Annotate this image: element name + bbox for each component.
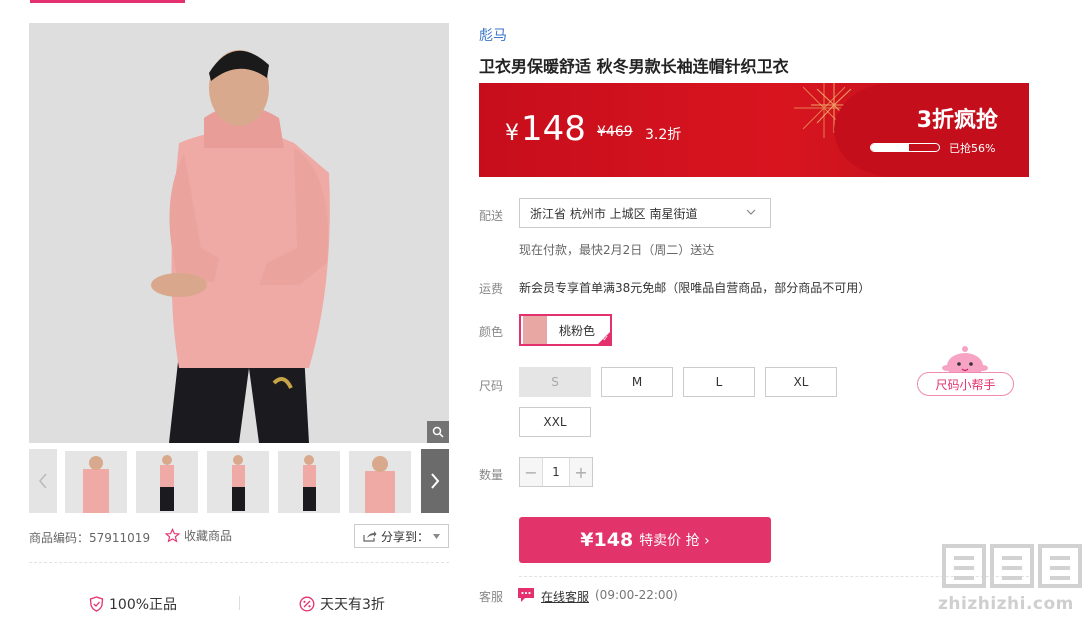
size-option-xl[interactable]: XL <box>765 367 837 397</box>
delivery-label: 配送 <box>479 209 504 223</box>
share-dropdown[interactable]: 分享到： <box>354 524 449 548</box>
service-label: 客服 <box>479 590 504 604</box>
size-option-xxl[interactable]: XXL <box>519 407 591 437</box>
product-meta-row: 商品编码：57911019 收藏商品 分享到： <box>29 524 449 550</box>
sold-progress-fill <box>871 144 910 151</box>
chevron-right-icon <box>431 473 440 489</box>
size-option-l[interactable]: L <box>683 367 755 397</box>
caret-down-icon <box>433 533 440 539</box>
size-helper-label: 尺码小帮手 <box>917 372 1014 396</box>
discount-badge-icon <box>299 596 315 612</box>
promo-title: 3折疯抢 <box>916 108 998 133</box>
online-service-link[interactable]: 在线客服 <box>541 588 589 605</box>
guarantee-authentic: 100%正品 <box>89 594 177 614</box>
color-option-label: 桃粉色 <box>559 323 596 338</box>
sale-price: ¥ 148 <box>505 109 586 149</box>
main-product-image[interactable] <box>29 23 449 443</box>
discount-rate: 3.2折 <box>645 127 682 143</box>
thumbnail-4[interactable] <box>278 451 340 513</box>
size-option-s[interactable]: S <box>519 367 591 397</box>
thumbnail-strip <box>29 449 449 513</box>
shipping-info: 新会员专享首单满38元免邮（限唯品自营商品，部分商品不可用） <box>519 281 871 295</box>
delivery-estimate: 现在付款，最快2月2日（周二）送达 <box>519 243 715 257</box>
currency-symbol: ¥ <box>505 121 519 146</box>
guarantee-authentic-label: 100%正品 <box>109 597 178 613</box>
zoom-icon[interactable] <box>427 421 449 443</box>
thumbnail-2[interactable] <box>136 451 198 513</box>
sold-progress-label: 已抢56% <box>949 142 996 155</box>
chevron-down-icon <box>746 209 756 215</box>
product-title: 卫衣男保暖舒适 秋冬男款长袖连帽针织卫衣 <box>479 57 789 76</box>
share-label: 分享到： <box>380 529 429 544</box>
guarantee-separator <box>239 596 240 610</box>
shield-check-icon <box>89 596 104 612</box>
watermark-logo <box>942 544 1082 588</box>
sale-price-value: 148 <box>521 109 586 149</box>
watermark-site: zhizhizhi.com <box>938 594 1074 614</box>
quantity-increase-button[interactable]: + <box>570 458 592 486</box>
quantity-decrease-button[interactable]: − <box>520 458 542 486</box>
buy-button-label: 特卖价 抢 › <box>639 533 710 549</box>
size-option-m[interactable]: M <box>601 367 673 397</box>
guarantees-bar: 100%正品 天天有3折 <box>29 590 449 618</box>
size-helper-button[interactable]: 尺码小帮手 <box>917 344 1015 398</box>
favorite-label: 收藏商品 <box>184 529 233 543</box>
original-price: ¥469 <box>597 124 633 140</box>
service-hours: (09:00-22:00) <box>595 588 678 602</box>
thumbnail-3[interactable] <box>207 451 269 513</box>
checkmark-icon: ✓ <box>602 334 609 343</box>
quantity-stepper: − 1 + <box>519 457 593 487</box>
site-watermark: zhizhizhi.com <box>938 540 1088 618</box>
divider <box>29 562 449 563</box>
quantity-label: 数量 <box>479 468 504 482</box>
price-banner: ¥ 148 ¥469 3.2折 3折疯抢 已抢56% <box>479 83 1029 177</box>
thumb-prev-button[interactable] <box>29 449 57 513</box>
buy-now-button[interactable]: ¥148 特卖价 抢 › <box>519 517 771 563</box>
thumbnail-1[interactable] <box>65 451 127 513</box>
address-value: 浙江省 杭州市 上城区 南星街道 <box>530 206 698 221</box>
star-icon <box>165 528 180 543</box>
favorite-button[interactable]: 收藏商品 <box>165 527 232 544</box>
chevron-left-icon <box>38 473 47 489</box>
product-sku: 商品编码：57911019 <box>29 531 151 545</box>
thumbnail-5[interactable] <box>349 451 411 513</box>
size-label: 尺码 <box>479 379 504 393</box>
brand-link[interactable]: 彪马 <box>479 25 507 45</box>
product-photo <box>29 23 449 443</box>
sold-progress-bar <box>870 143 940 152</box>
color-label: 颜色 <box>479 325 504 339</box>
share-icon <box>363 531 377 542</box>
guarantee-discount-label: 天天有3折 <box>320 597 385 613</box>
quantity-input[interactable]: 1 <box>542 458 570 486</box>
chat-icon[interactable] <box>517 587 535 603</box>
top-tab-indicator <box>30 0 185 3</box>
thumb-next-button[interactable] <box>421 449 449 513</box>
address-select[interactable]: 浙江省 杭州市 上城区 南星街道 <box>519 198 771 228</box>
guarantee-discount: 天天有3折 <box>299 594 385 614</box>
color-option-selected[interactable]: 桃粉色 ✓ <box>519 314 612 346</box>
buy-button-price: ¥148 <box>580 529 634 551</box>
color-swatch-thumbnail <box>523 316 547 344</box>
shipping-label: 运费 <box>479 282 504 296</box>
